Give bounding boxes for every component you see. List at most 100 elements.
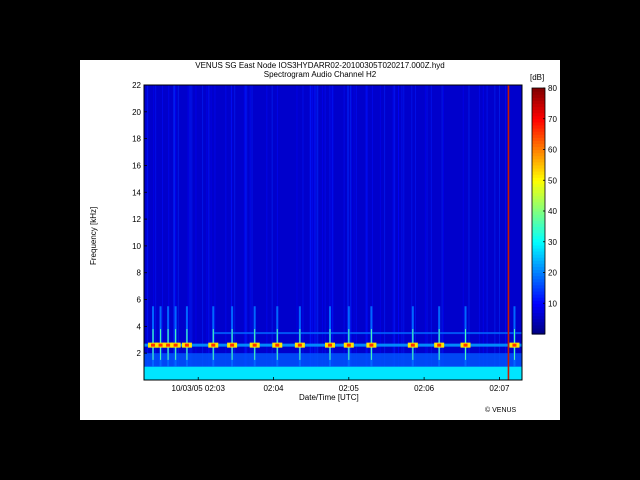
- noise-column: [246, 85, 248, 380]
- noise-column: [415, 85, 417, 380]
- copyright-text: © VENUS: [485, 407, 517, 414]
- noise-column: [462, 85, 464, 380]
- noise-column: [442, 85, 444, 380]
- noise-column: [225, 85, 227, 380]
- y-tick-label: 20: [132, 108, 141, 117]
- noise-column: [249, 85, 251, 380]
- low-frequency-noise-band: [144, 366, 522, 380]
- noise-column: [177, 85, 179, 380]
- noise-column: [173, 85, 175, 380]
- noise-column: [426, 85, 428, 380]
- noise-column: [498, 85, 500, 380]
- click-tone-peak: [410, 343, 415, 347]
- colorbar-tick-label: 40: [548, 207, 557, 216]
- noise-column: [189, 85, 191, 380]
- y-axis-label: Frequency [kHz]: [89, 206, 98, 265]
- x-tick-label: 02:04: [263, 384, 284, 393]
- noise-column: [355, 85, 357, 380]
- y-tick-label: 10: [132, 242, 141, 251]
- noise-column: [321, 85, 323, 380]
- click-tone-peak: [437, 343, 442, 347]
- noise-column: [401, 85, 403, 380]
- noise-column: [505, 85, 507, 380]
- noise-column: [482, 85, 484, 380]
- noise-column: [311, 85, 313, 380]
- noise-column: [271, 85, 273, 380]
- x-tick-label: 02:06: [414, 384, 435, 393]
- spectrogram-figure: 2 4 6 8 10 12 14 16 18 20 22 10/03/05 02:03 02:04 02:…: [132, 81, 557, 393]
- click-tone-peak: [151, 343, 156, 347]
- y-tick-label: 18: [132, 135, 141, 144]
- noise-column: [366, 85, 368, 380]
- noise-column: [392, 85, 394, 380]
- y-tick-label: 8: [137, 269, 142, 278]
- colorbar-tick-label: 20: [548, 269, 557, 278]
- x-tick-label: 02:05: [339, 384, 360, 393]
- upper-tonal-band: [213, 332, 522, 335]
- noise-column: [206, 85, 208, 380]
- colorbar-segment: [532, 88, 545, 92]
- click-tone-peak: [211, 343, 216, 347]
- y-tick-label: 16: [132, 161, 141, 170]
- noise-column: [379, 85, 381, 380]
- colorbar-label: [dB]: [530, 73, 545, 82]
- noise-column: [468, 85, 470, 380]
- noise-column: [384, 85, 386, 380]
- noise-column: [214, 85, 216, 380]
- noise-column: [394, 85, 396, 380]
- click-tone-peak: [184, 343, 189, 347]
- noise-column: [296, 85, 298, 380]
- y-tick-label: 4: [137, 322, 142, 331]
- noise-column: [195, 85, 197, 380]
- noise-column: [350, 85, 352, 380]
- colorbar-tick-label: 70: [548, 115, 557, 124]
- y-tick-label: 12: [132, 215, 141, 224]
- click-tone-peak: [463, 343, 468, 347]
- click-tone-peak: [297, 343, 302, 347]
- noise-column: [441, 85, 443, 380]
- noise-column: [494, 85, 496, 380]
- noise-column: [207, 85, 209, 380]
- click-tone-peak: [369, 343, 374, 347]
- noise-column: [424, 85, 426, 380]
- colorbar-tick-label: 80: [548, 84, 557, 93]
- noise-column: [251, 85, 253, 380]
- noise-column: [317, 85, 319, 380]
- figure-panel: VENUS SG East Node IOS3HYDARR02-20100305…: [80, 60, 560, 420]
- colorbar-tick-label: 10: [548, 299, 557, 308]
- click-tone-peak: [252, 343, 257, 347]
- noise-column: [147, 85, 149, 380]
- noise-column: [312, 85, 314, 380]
- y-tick-label: 14: [132, 188, 141, 197]
- colorbar-tick-label: 30: [548, 238, 557, 247]
- colorbar-tick-label: 50: [548, 176, 557, 185]
- noise-column: [202, 85, 204, 380]
- noise-column: [234, 85, 236, 380]
- noise-column: [324, 85, 326, 380]
- noise-column: [314, 85, 316, 380]
- noise-column: [332, 85, 334, 380]
- x-tick-label: 02:07: [489, 384, 510, 393]
- click-tone-peak: [275, 343, 280, 347]
- click-tone-peak: [158, 343, 163, 347]
- y-tick-label: 2: [137, 349, 142, 358]
- noise-column: [310, 85, 312, 380]
- click-tone-peak: [327, 343, 332, 347]
- click-tone-peak: [166, 343, 171, 347]
- noise-column: [155, 85, 157, 380]
- colorbar-tick-label: 60: [548, 146, 557, 155]
- y-tick-label: 6: [137, 296, 142, 305]
- noise-column: [403, 85, 405, 380]
- noise-column: [266, 85, 268, 380]
- noise-column: [243, 85, 245, 380]
- x-axis-label: Date/Time [UTC]: [299, 393, 359, 402]
- noise-column: [486, 85, 488, 380]
- click-tone-peak: [230, 343, 235, 347]
- noise-column: [210, 85, 212, 380]
- click-tone-peak: [346, 343, 351, 347]
- click-tone-peak: [512, 343, 517, 347]
- noise-column: [343, 85, 345, 380]
- noise-column: [430, 85, 432, 380]
- x-tick-label: 10/03/05 02:03: [172, 384, 226, 393]
- y-tick-label: 22: [132, 81, 141, 90]
